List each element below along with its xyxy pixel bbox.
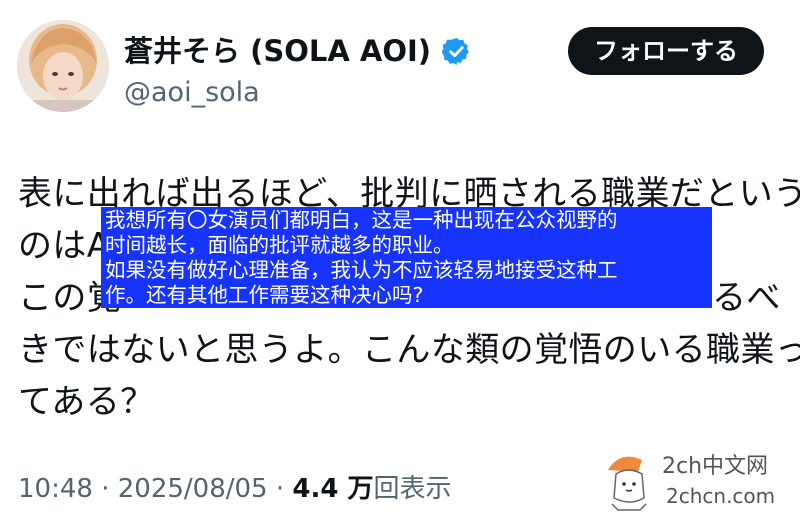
views-label: 回表示 <box>373 474 452 504</box>
avatar-photo <box>17 20 109 112</box>
translation-overlay: 我想所有〇女演员们都明白，这是一种出现在公众视野的 时间越长，面临的批评就越多的… <box>101 207 712 308</box>
watermark-site-name: 2ch中文网 <box>662 454 769 479</box>
tweet-time[interactable]: 10:48 <box>18 474 93 504</box>
tweet-meta: 10:48 · 2025/08/05 · 4.4 万回表示 <box>18 472 452 506</box>
site-watermark: 2ch中文网 2chcn.com <box>598 446 788 516</box>
watermark-site-url: 2chcn.com <box>666 484 776 508</box>
tweet-date[interactable]: 2025/08/05 <box>118 474 268 504</box>
meta-separator: · <box>267 474 293 504</box>
meta-separator: · <box>92 474 118 504</box>
tweet-line: きではないと思うよ。こんな類の覚悟のいる職業っ <box>18 330 800 370</box>
tweet-line-end: るべ <box>712 278 781 318</box>
views-count: 4.4 万 <box>292 474 374 504</box>
translation-line: 时间越长，面临的批评就越多的职业。 <box>105 233 454 257</box>
tweet-line: てある？ <box>18 382 155 422</box>
tweet-screenshot: 蒼井そら (SOLA AOI) @aoi_sola フォローする 表に出れば出る… <box>0 0 800 530</box>
translation-line: 如果没有做好心理准备，我认为不应该轻易地接受这种工 <box>105 258 618 282</box>
follow-button[interactable]: フォローする <box>568 27 764 75</box>
mascot-logo-icon <box>608 456 647 511</box>
translation-line: 我想所有〇女演员们都明白，这是一种出现在公众视野的 <box>105 208 618 232</box>
user-handle[interactable]: @aoi_sola <box>124 76 260 110</box>
verified-badge-icon <box>441 37 469 66</box>
translation-line: 作。还有其他工作需要这种决心吗? <box>105 283 424 307</box>
display-name[interactable]: 蒼井そら (SOLA AOI) <box>124 32 431 70</box>
avatar[interactable] <box>17 20 109 112</box>
